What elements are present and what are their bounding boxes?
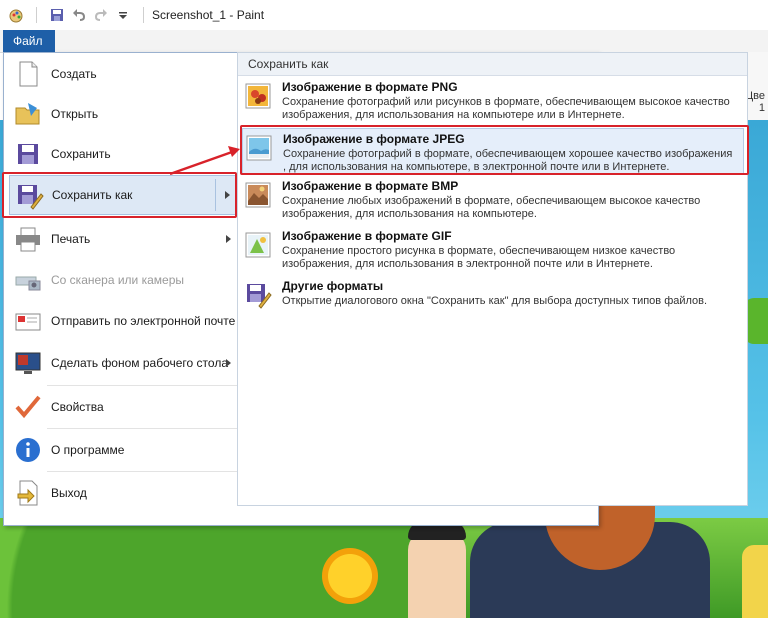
- option-description: Сохранение фотографий или рисунков в фор…: [282, 96, 730, 121]
- menu-item-scanner: Со сканера или камеры: [9, 260, 237, 300]
- save-as-bmp-option[interactable]: Изображение в формате BMP Сохранение люб…: [242, 179, 744, 221]
- menu-item-about[interactable]: О программе: [9, 430, 237, 470]
- file-menu-commands: Создать Открыть Сохранить Сохранить как: [5, 54, 239, 508]
- redo-icon[interactable]: [93, 7, 109, 23]
- menu-item-save[interactable]: Сохранить: [9, 134, 237, 174]
- save-as-other-formats-option[interactable]: Другие форматы Открытие диалогового окна…: [242, 279, 744, 309]
- menu-item-label: Со сканера или камеры: [51, 273, 184, 287]
- toolbar-divider: [36, 7, 37, 23]
- undo-icon[interactable]: [71, 7, 87, 23]
- info-icon: [13, 435, 43, 465]
- desktop-background-icon: [13, 348, 43, 378]
- canvas-wifi-sun: [322, 548, 378, 604]
- printer-icon: [13, 224, 43, 254]
- scanner-icon: [13, 265, 43, 295]
- menu-item-desktop-bg[interactable]: Сделать фоном рабочего стола: [9, 343, 237, 383]
- colors-label: Цве: [745, 90, 765, 102]
- menu-item-label: О программе: [51, 443, 125, 457]
- file-tab[interactable]: Файл: [3, 30, 55, 52]
- new-file-icon: [13, 59, 43, 89]
- menu-item-properties[interactable]: Свойства: [9, 387, 237, 427]
- save-as-png-option[interactable]: Изображение в формате PNG Сохранение фот…: [242, 80, 744, 122]
- save-as-panel-header: Сохранить как: [238, 53, 747, 76]
- title-bar: Screenshot_1 - Paint: [0, 0, 768, 30]
- checkmark-icon: [13, 392, 43, 422]
- quick-access-toolbar: [0, 7, 150, 23]
- option-title: Изображение в формате PNG: [282, 80, 458, 94]
- menu-item-email[interactable]: Отправить по электронной почте: [9, 301, 237, 341]
- paint-app-icon[interactable]: [8, 7, 24, 23]
- png-format-icon: [244, 82, 272, 110]
- menu-item-open[interactable]: Открыть: [9, 94, 237, 134]
- bmp-format-icon: [244, 181, 272, 209]
- menu-item-exit[interactable]: Выход: [9, 473, 237, 513]
- menu-item-label: Сохранить: [51, 147, 111, 161]
- chevron-right-icon[interactable]: [226, 359, 231, 367]
- menu-item-label: Сделать фоном рабочего стола: [51, 356, 228, 370]
- option-description: Открытие диалогового окна "Сохранить как…: [282, 295, 708, 307]
- menu-item-new[interactable]: Создать: [9, 54, 237, 94]
- menu-divider: [47, 428, 237, 429]
- save-as-panel: Сохранить как Изображение в формате PNG …: [237, 52, 748, 506]
- menu-item-label: Свойства: [51, 400, 104, 414]
- canvas-character-girl: [742, 545, 768, 618]
- annotation-highlight-jpeg: [240, 125, 749, 175]
- chevron-right-icon[interactable]: [226, 235, 231, 243]
- other-formats-icon: [244, 281, 272, 309]
- save-floppy-icon: [13, 139, 43, 169]
- option-description: Сохранение любых изображений в формате, …: [282, 195, 701, 220]
- toolbar-divider: [143, 7, 144, 23]
- open-folder-icon: [13, 99, 43, 129]
- canvas-character-geek: [408, 530, 466, 618]
- menu-item-label: Выход: [51, 486, 87, 500]
- customize-dropdown-icon[interactable]: [115, 7, 131, 23]
- window-title: Screenshot_1 - Paint: [152, 8, 265, 22]
- option-title: Изображение в формате GIF: [282, 229, 452, 243]
- save-icon[interactable]: [49, 7, 65, 23]
- option-title: Изображение в формате BMP: [282, 179, 459, 193]
- colors-number: 1: [758, 102, 765, 114]
- menu-divider: [47, 471, 237, 472]
- menu-item-label: Открыть: [51, 107, 99, 121]
- gif-format-icon: [244, 231, 272, 259]
- option-description: Сохранение простого рисунка в формате, о…: [282, 245, 676, 270]
- menu-item-label: Отправить по электронной почте: [51, 314, 236, 328]
- option-title: Другие форматы: [282, 279, 384, 293]
- annotation-highlight-save-as: [2, 172, 237, 218]
- email-icon: [13, 306, 43, 336]
- menu-item-print[interactable]: Печать: [9, 219, 237, 259]
- colors-group-label: Цве 1: [745, 90, 765, 114]
- menu-divider: [47, 385, 237, 386]
- exit-icon: [13, 478, 43, 508]
- menu-item-label: Печать: [51, 232, 91, 246]
- save-as-gif-option[interactable]: Изображение в формате GIF Сохранение про…: [242, 229, 744, 271]
- menu-item-label: Создать: [51, 67, 97, 81]
- ribbon-tab-strip: [0, 30, 768, 53]
